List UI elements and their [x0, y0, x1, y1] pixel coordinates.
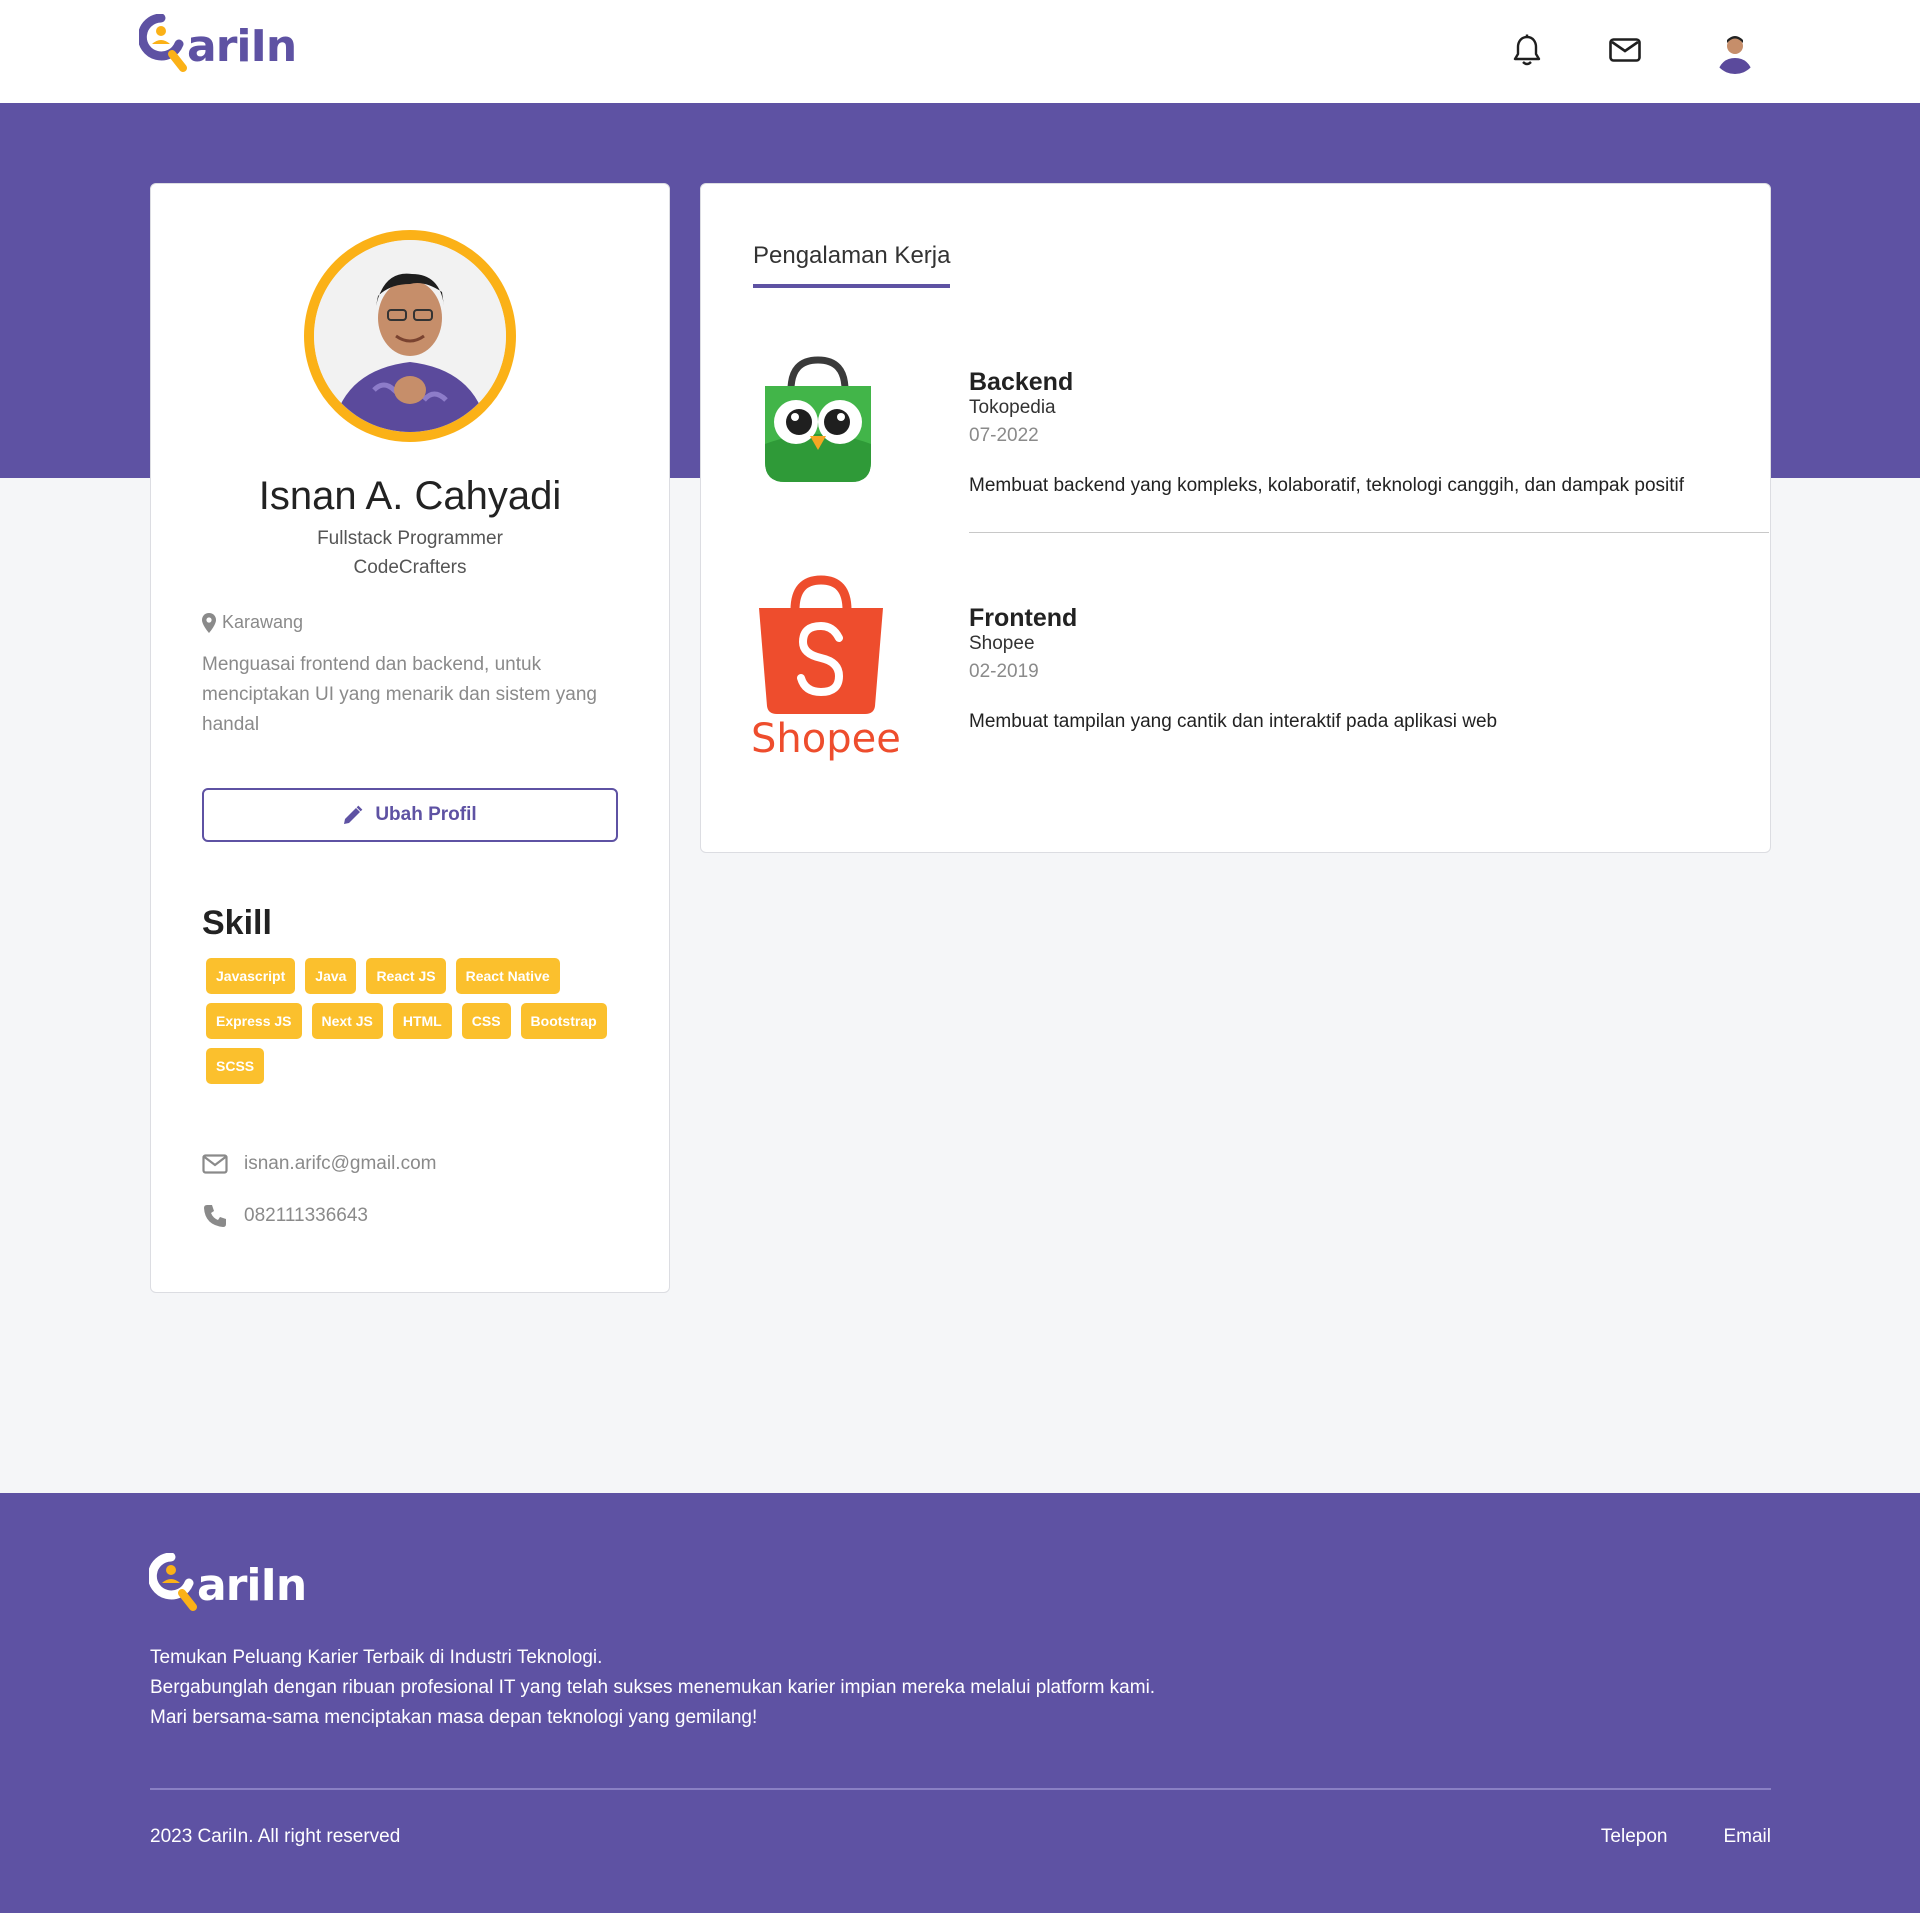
- tagline-line: Bergabunglah dengan ribuan profesional I…: [150, 1677, 1156, 1698]
- skill-tag: Express JS: [206, 1003, 302, 1039]
- experience-description: Membuat backend yang kompleks, kolaborat…: [969, 475, 1685, 496]
- profile-bio: Menguasai frontend dan backend, untuk me…: [202, 654, 597, 735]
- email-text[interactable]: isnan.arifc@gmail.com: [244, 1153, 436, 1175]
- skill-tag: React Native: [455, 958, 560, 994]
- edit-profile-label: Ubah Profil: [375, 804, 477, 825]
- footer-links: Telepon Email: [1601, 1826, 1771, 1848]
- tagline-line: Temukan Peluang Karier Terbaik di Indust…: [150, 1647, 603, 1668]
- experience-description: Membuat tampilan yang cantik dan interak…: [969, 711, 1498, 732]
- experience-date: 07-2022: [969, 425, 1039, 446]
- experience-role: Frontend: [969, 604, 1078, 632]
- navbar: ariIn: [0, 0, 1920, 103]
- footer-link-email[interactable]: Email: [1723, 1826, 1771, 1848]
- profile-card: Isnan A. Cahyadi Fullstack Programmer Co…: [150, 183, 670, 1293]
- experience-company: Tokopedia: [969, 397, 1056, 418]
- experience-company: Shopee: [969, 633, 1035, 654]
- experience-card: Pengalaman Kerja Backend Tokopedia 07-20…: [700, 183, 1771, 853]
- logo-text: ariIn: [197, 1559, 307, 1611]
- footer-logo[interactable]: ariIn: [147, 1552, 307, 1617]
- profile-role: Fullstack Programmer: [317, 528, 503, 549]
- experience-date: 02-2019: [969, 661, 1039, 682]
- experience-item: Shopee Frontend Shopee 02-2019 Membuat t…: [751, 574, 1721, 774]
- brand-logo[interactable]: ariIn: [137, 13, 297, 78]
- logo-text: ariIn: [187, 20, 297, 72]
- location: Karawang: [202, 612, 303, 633]
- skill-title: Skill: [202, 904, 272, 942]
- copyright: 2023 CariIn. All right reserved: [150, 1826, 401, 1847]
- notification-bell-icon[interactable]: [1507, 30, 1547, 70]
- tokopedia-logo: [751, 354, 885, 493]
- tagline-line: Mari bersama-sama menciptakan masa depan…: [150, 1707, 758, 1728]
- contact-email: isnan.arifc@gmail.com: [202, 1153, 436, 1175]
- skill-tag: Next JS: [311, 1003, 383, 1039]
- skill-tag: Javascript: [206, 958, 296, 994]
- tab-work-experience[interactable]: Pengalaman Kerja: [753, 242, 951, 288]
- footer-tagline: Temukan Peluang Karier Terbaik di Indust…: [150, 1643, 1155, 1733]
- profile-name: Isnan A. Cahyadi: [258, 474, 562, 518]
- experience-role: Backend: [969, 368, 1074, 396]
- map-pin-icon: [202, 612, 216, 633]
- skill-tag: React JS: [366, 958, 446, 994]
- shopee-wordmark: Shopee: [751, 716, 901, 762]
- shopee-logo: Shopee: [751, 574, 901, 775]
- pencil-icon: [344, 805, 363, 824]
- skill-list: Javascript Java React JS React Native Ex…: [206, 958, 626, 1084]
- footer-divider: [150, 1788, 1771, 1790]
- phone-icon: [204, 1205, 226, 1227]
- footer: ariIn Temukan Peluang Karier Terbaik di …: [0, 1493, 1920, 1913]
- mail-icon[interactable]: [1605, 30, 1645, 70]
- profile-photo: [304, 230, 516, 442]
- skill-tag: HTML: [392, 1003, 452, 1039]
- skill-tag: Java: [305, 958, 357, 994]
- skill-tag: SCSS: [206, 1048, 265, 1084]
- envelope-icon: [202, 1154, 228, 1174]
- edit-profile-button[interactable]: Ubah Profil: [202, 788, 618, 842]
- experience-divider: [969, 532, 1769, 533]
- skill-tag: Bootstrap: [520, 1003, 607, 1039]
- phone-text[interactable]: 082111336643: [244, 1205, 368, 1227]
- logo-search-icon: [147, 1552, 201, 1617]
- profile-company: CodeCrafters: [353, 557, 467, 578]
- logo-search-icon: [137, 13, 191, 78]
- contact-phone: 082111336643: [202, 1203, 368, 1229]
- user-avatar[interactable]: [1713, 30, 1757, 74]
- experience-item: Backend Tokopedia 07-2022 Membuat backen…: [751, 354, 1769, 533]
- footer-link-phone[interactable]: Telepon: [1601, 1826, 1668, 1848]
- location-text: Karawang: [222, 612, 304, 632]
- skill-tag: CSS: [461, 1003, 511, 1039]
